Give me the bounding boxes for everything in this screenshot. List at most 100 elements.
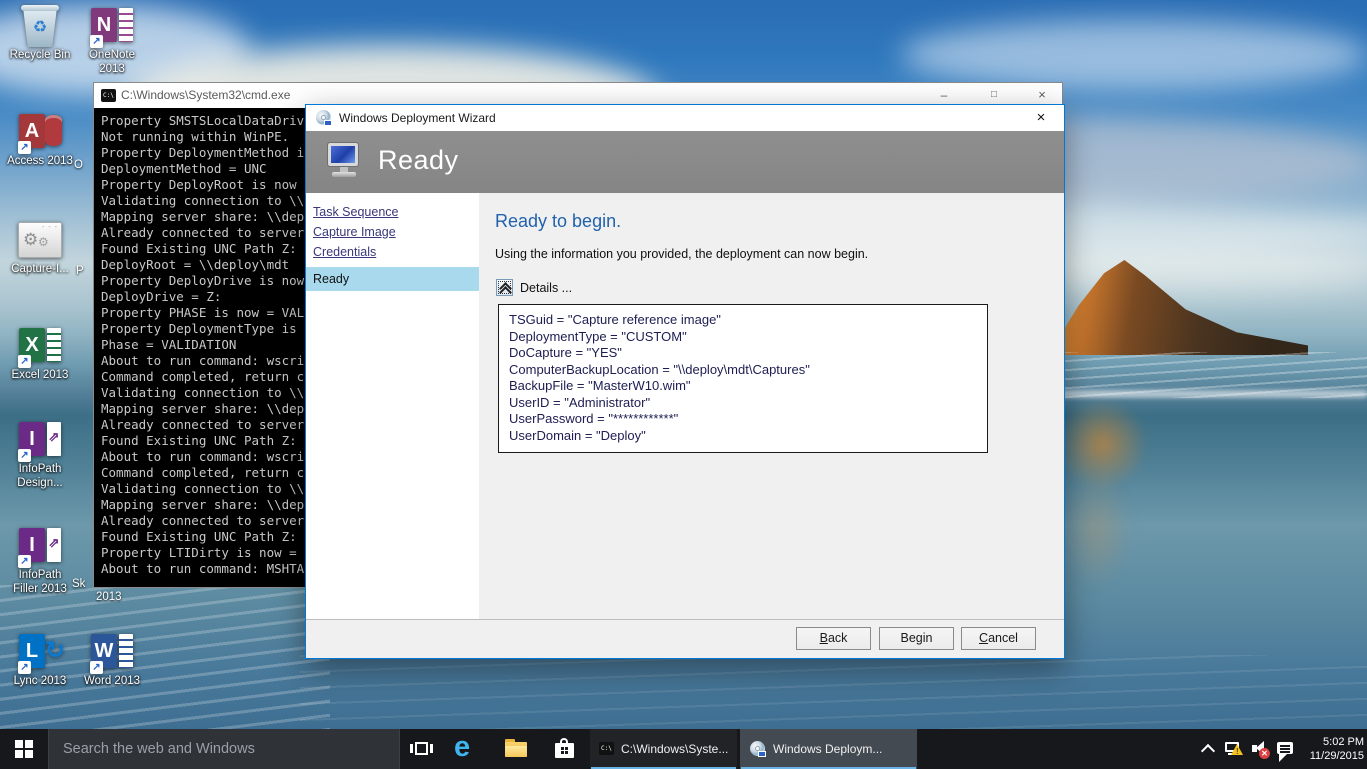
desktop-icon-label: Word 2013 <box>73 675 151 688</box>
file-explorer-taskbar-button[interactable] <box>492 729 540 769</box>
infopath-icon: ⇗ I ↗ <box>16 418 64 462</box>
nav-link-credentials[interactable]: Credentials <box>313 245 479 259</box>
tray-volume-muted-icon[interactable]: ✕ <box>1248 729 1272 769</box>
start-button[interactable] <box>0 729 48 769</box>
detail-line: TSGuid = "Capture reference image" <box>509 312 977 329</box>
desktop-icon-capture[interactable]: - - - ⚙⚙ Capture-I... <box>1 218 79 276</box>
excel-icon: X ↗ <box>16 324 64 368</box>
wallpaper-cliff-reflection <box>1062 470 1132 590</box>
wizard-button-bar: Back Begin Cancel <box>306 619 1064 658</box>
edge-icon: e <box>454 731 470 764</box>
ready-subtext: Using the information you provided, the … <box>495 247 868 261</box>
folder-icon <box>505 746 527 757</box>
detail-line: UserPassword = "************" <box>509 411 977 428</box>
desktop-icon-label: OneNote <box>73 49 151 62</box>
desktop-icon-excel[interactable]: X ↗ Excel 2013 <box>1 324 79 382</box>
details-label: Details ... <box>520 281 572 295</box>
word-icon: W ↗ <box>88 630 136 674</box>
details-collapse-button[interactable] <box>496 279 513 296</box>
wizard-title-bar[interactable]: Windows Deployment Wizard × <box>306 105 1064 131</box>
windows-logo-icon <box>15 740 33 758</box>
desktop-icon-label: Design... <box>1 477 79 490</box>
shortcut-arrow-icon: ↗ <box>18 449 31 462</box>
desktop-icon-infopath-designer[interactable]: ⇗ I ↗ InfoPath Design... <box>1 418 79 490</box>
wizard-header-band: Ready <box>306 131 1064 193</box>
desktop-icon-label-fragment[interactable]: P <box>76 265 84 277</box>
desktop-icon-label: Access 2013 <box>1 155 79 168</box>
taskbar-app-cmd[interactable]: C:\ C:\Windows\Syste... <box>590 729 737 769</box>
detail-line: DeploymentType = "CUSTOM" <box>509 329 977 346</box>
shortcut-arrow-icon: ↗ <box>90 661 103 674</box>
search-placeholder: Search the web and Windows <box>63 729 255 769</box>
desktop-icon-label: InfoPath <box>1 569 79 582</box>
desktop-icon-label: Capture-I... <box>1 263 79 276</box>
notification-bubble-icon <box>1280 748 1290 750</box>
shortcut-arrow-icon: ↗ <box>18 141 31 154</box>
mute-badge-icon: ✕ <box>1259 748 1270 759</box>
desktop-icon-lync[interactable]: ↻ L ↗ Lync 2013 <box>1 630 79 688</box>
wizard-window-title: Windows Deployment Wizard <box>339 111 496 125</box>
wallpaper-cloud <box>900 20 1367 90</box>
recycle-bin-icon: ♻ <box>16 4 64 48</box>
capture-gears-icon: - - - ⚙⚙ <box>16 218 64 262</box>
onenote-icon: N ↗ <box>88 4 136 48</box>
action-center-button[interactable] <box>1272 729 1298 769</box>
detail-line: UserID = "Administrator" <box>509 395 977 412</box>
cmd-icon: C:\ <box>599 742 614 755</box>
task-view-icon <box>430 744 433 753</box>
desktop-icon-label: 2013 <box>73 63 151 76</box>
taskbar-clock[interactable]: 5:02 PM 11/29/2015 <box>1298 729 1364 769</box>
cmd-icon: C:\ <box>101 89 116 102</box>
desktop-icon-label-fragment[interactable]: Sk <box>72 578 85 590</box>
tray-show-hidden-icons-button[interactable] <box>1196 729 1218 769</box>
desktop-icon-label: Filler 2013 <box>1 583 79 596</box>
access-icon: A ↗ <box>16 110 64 154</box>
edge-taskbar-button[interactable]: e <box>444 729 492 769</box>
tray-network-icon[interactable]: ! <box>1220 729 1246 769</box>
wizard-app-icon <box>316 110 331 125</box>
detail-line: DoCapture = "YES" <box>509 345 977 362</box>
store-windows-flag-icon <box>561 747 568 754</box>
notification-bubble-icon <box>1280 745 1290 747</box>
desktop-icon-infopath-filler[interactable]: ⇗ I ↗ InfoPath Filler 2013 <box>1 524 79 596</box>
warning-triangle-icon: ! <box>1236 747 1239 756</box>
wizard-main: Ready to begin. Using the information yo… <box>479 193 1064 620</box>
chevron-up-icon <box>1201 744 1215 758</box>
nav-link-task-sequence[interactable]: Task Sequence <box>313 205 479 219</box>
detail-line: ComputerBackupLocation = "\\deploy\mdt\C… <box>509 362 977 379</box>
desktop-icon-access[interactable]: A ↗ Access 2013 <box>1 110 79 168</box>
detail-line: UserDomain = "Deploy" <box>509 428 977 445</box>
desktop-icon-label: InfoPath <box>1 463 79 476</box>
nav-item-ready-selected[interactable]: Ready <box>306 267 479 291</box>
desktop-icon-label-fragment[interactable]: O <box>74 159 83 171</box>
desktop-icon-label: Excel 2013 <box>1 369 79 382</box>
search-input[interactable]: Search the web and Windows <box>48 729 400 769</box>
desktop: ♻ Recycle Bin N ↗ OneNote 2013 A ↗ Acces… <box>0 0 1367 769</box>
desktop-icon-label: Recycle Bin <box>1 49 79 62</box>
task-view-button[interactable] <box>400 729 444 769</box>
desktop-icon-word[interactable]: W ↗ Word 2013 <box>73 630 151 688</box>
taskbar-app-deployment-wizard[interactable]: Windows Deploym... <box>740 729 917 769</box>
store-taskbar-button[interactable] <box>540 729 588 769</box>
lync-icon: ↻ L ↗ <box>16 630 64 674</box>
computer-icon <box>322 141 366 183</box>
taskbar-app-label: Windows Deploym... <box>773 729 911 769</box>
nav-link-capture-image[interactable]: Capture Image <box>313 225 479 239</box>
cancel-button[interactable]: Cancel <box>961 627 1036 650</box>
wizard-app-icon <box>750 741 765 756</box>
wizard-nav: Task Sequence Capture Image Credentials … <box>306 193 479 620</box>
ready-heading: Ready to begin. <box>495 211 621 232</box>
desktop-icon-onenote[interactable]: N ↗ OneNote 2013 <box>73 4 151 76</box>
notification-bubble-icon <box>1279 754 1287 762</box>
desktop-icon-recycle-bin[interactable]: ♻ Recycle Bin <box>1 4 79 62</box>
desktop-icon-label-fragment[interactable]: 2013 <box>96 591 122 603</box>
shortcut-arrow-icon: ↗ <box>90 35 103 48</box>
wallpaper-wave-foam <box>300 655 1367 729</box>
begin-button[interactable]: Begin <box>879 627 954 650</box>
back-button[interactable]: Back <box>796 627 871 650</box>
taskbar: Search the web and Windows e C:\ C:\Wind… <box>0 729 1367 769</box>
close-icon[interactable]: × <box>1030 108 1052 128</box>
details-summary-box: TSGuid = "Capture reference image"Deploy… <box>498 304 988 453</box>
deployment-wizard-window: Windows Deployment Wizard × Ready Task S… <box>305 104 1065 659</box>
cmd-window-title: C:\Windows\System32\cmd.exe <box>121 88 290 102</box>
